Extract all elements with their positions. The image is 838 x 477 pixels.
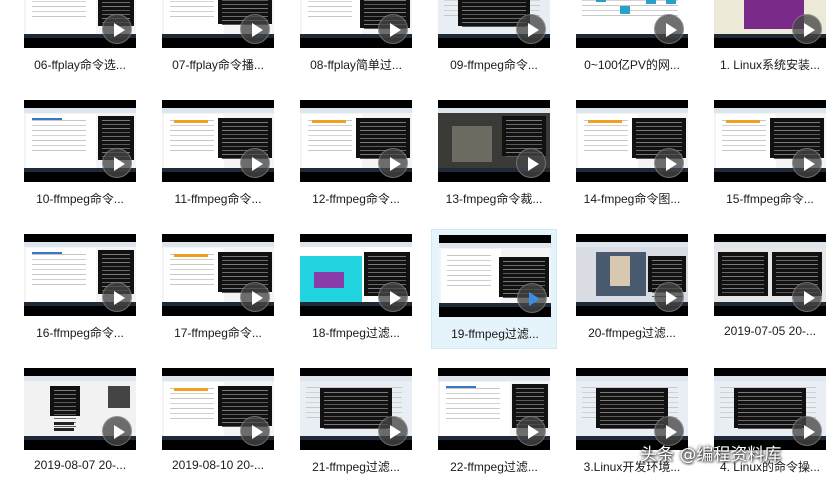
video-thumbnail[interactable] (300, 368, 412, 450)
video-thumbnail[interactable] (438, 0, 550, 48)
video-file-item[interactable]: 07-ffplay命令播... (162, 0, 288, 82)
play-icon[interactable] (654, 282, 684, 312)
play-icon[interactable] (240, 282, 270, 312)
video-file-item[interactable]: 0~100亿PV的网... (576, 0, 702, 82)
video-file-name: 06-ffplay命令选... (34, 58, 126, 72)
watermark: 头条 @编程资料库 (640, 445, 782, 465)
video-file-name: 18-ffmpeg过滤... (312, 326, 400, 340)
video-file-name: 11-ffmpeg命令... (174, 192, 262, 206)
video-thumbnail[interactable] (714, 100, 826, 182)
video-thumbnail[interactable] (300, 234, 412, 316)
video-file-item[interactable]: 21-ffmpeg过滤... (300, 368, 426, 477)
video-thumbnail[interactable] (576, 234, 688, 316)
play-icon[interactable] (517, 283, 547, 313)
video-file-item[interactable]: 17-ffmpeg命令... (162, 234, 288, 350)
video-file-item[interactable]: 20-ffmpeg过滤... (576, 234, 702, 350)
video-file-name: 19-ffmpeg过滤... (451, 327, 539, 341)
video-file-name: 07-ffplay命令播... (172, 58, 264, 72)
video-thumbnail[interactable] (714, 0, 826, 48)
video-thumbnail[interactable] (162, 0, 274, 48)
video-file-name: 08-ffplay简单过... (310, 58, 402, 72)
video-file-item[interactable]: 18-ffmpeg过滤... (300, 234, 426, 350)
play-icon[interactable] (792, 14, 822, 44)
video-file-item[interactable]: 15-ffmpeg命令... (714, 100, 838, 216)
video-file-name: 22-ffmpeg过滤... (450, 460, 538, 474)
video-file-item[interactable]: 09-ffmpeg命令... (438, 0, 564, 82)
video-file-item[interactable]: 19-ffmpeg过滤... (431, 229, 557, 349)
video-file-name: 2019-08-07 20-... (33, 458, 127, 472)
video-file-name: 17-ffmpeg命令... (174, 326, 262, 340)
video-file-item[interactable]: 14-fmpeg命令图... (576, 100, 702, 216)
play-icon[interactable] (378, 148, 408, 178)
video-thumbnail[interactable] (576, 0, 688, 48)
video-thumbnail[interactable] (714, 234, 826, 316)
play-icon[interactable] (240, 416, 270, 446)
video-file-grid: 06-ffplay命令选... 07-ffplay命令播... 08-ffplay简… (0, 0, 838, 477)
video-file-item[interactable]: 2019-08-10 20-... (162, 368, 288, 477)
video-file-item[interactable]: 08-ffplay简单过... (300, 0, 426, 82)
play-icon[interactable] (102, 282, 132, 312)
video-file-name: 13-fmpeg命令裁... (445, 192, 543, 206)
video-thumbnail[interactable] (439, 235, 551, 317)
play-icon[interactable] (516, 148, 546, 178)
video-thumbnail[interactable] (24, 0, 136, 48)
video-file-item[interactable]: 2019-07-05 20-... (714, 234, 838, 350)
video-file-name: 20-ffmpeg过滤... (588, 326, 676, 340)
play-icon[interactable] (378, 416, 408, 446)
play-icon[interactable] (654, 14, 684, 44)
play-icon[interactable] (378, 14, 408, 44)
video-file-item[interactable]: 10-ffmpeg命令... (24, 100, 150, 216)
play-icon[interactable] (378, 282, 408, 312)
video-file-name: 0~100亿PV的网... (584, 58, 680, 72)
video-thumbnail[interactable] (300, 0, 412, 48)
video-file-item[interactable]: 16-ffmpeg命令... (24, 234, 150, 350)
play-icon[interactable] (516, 416, 546, 446)
play-icon[interactable] (102, 148, 132, 178)
video-file-name: 14-fmpeg命令图... (583, 192, 681, 206)
video-file-name: 16-ffmpeg命令... (36, 326, 124, 340)
video-file-item[interactable]: 12-ffmpeg命令... (300, 100, 426, 216)
video-thumbnail[interactable] (300, 100, 412, 182)
video-file-item[interactable]: 2019-08-07 20-... (24, 368, 150, 477)
video-thumbnail[interactable] (24, 368, 136, 450)
video-file-name: 09-ffmpeg命令... (450, 58, 538, 72)
video-thumbnail[interactable] (714, 368, 826, 450)
play-icon[interactable] (102, 416, 132, 446)
video-thumbnail[interactable] (24, 100, 136, 182)
video-thumbnail[interactable] (162, 234, 274, 316)
video-file-item[interactable]: 06-ffplay命令选... (24, 0, 150, 82)
video-thumbnail[interactable] (576, 368, 688, 450)
video-file-name: 15-ffmpeg命令... (726, 192, 814, 206)
video-file-item[interactable]: 1. Linux系统安装... (714, 0, 838, 82)
play-icon[interactable] (516, 14, 546, 44)
video-file-name: 12-ffmpeg命令... (312, 192, 400, 206)
video-file-item[interactable]: 11-ffmpeg命令... (162, 100, 288, 216)
video-file-name: 1. Linux系统安装... (719, 58, 821, 72)
video-thumbnail[interactable] (438, 368, 550, 450)
video-file-name: 2019-08-10 20-... (171, 458, 265, 472)
play-icon[interactable] (654, 148, 684, 178)
video-thumbnail[interactable] (162, 368, 274, 450)
play-icon[interactable] (102, 14, 132, 44)
play-icon[interactable] (792, 416, 822, 446)
play-icon[interactable] (240, 148, 270, 178)
video-file-item[interactable]: 22-ffmpeg过滤... (438, 368, 564, 477)
play-icon[interactable] (240, 14, 270, 44)
video-thumbnail[interactable] (576, 100, 688, 182)
video-file-item[interactable]: 13-fmpeg命令裁... (438, 100, 564, 216)
video-thumbnail[interactable] (24, 234, 136, 316)
video-thumbnail[interactable] (162, 100, 274, 182)
play-icon[interactable] (792, 282, 822, 312)
video-file-name: 21-ffmpeg过滤... (312, 460, 400, 474)
video-thumbnail[interactable] (438, 100, 550, 182)
video-file-name: 10-ffmpeg命令... (36, 192, 124, 206)
play-icon[interactable] (792, 148, 822, 178)
video-file-name: 2019-07-05 20-... (723, 324, 817, 338)
